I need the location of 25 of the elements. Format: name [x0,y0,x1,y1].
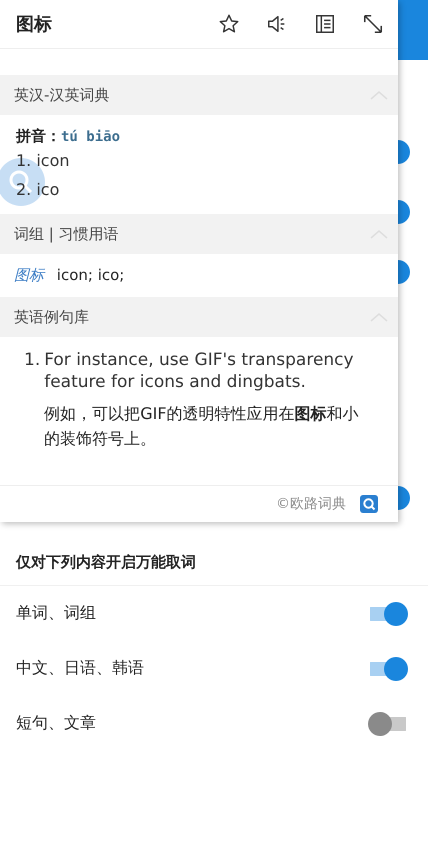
magnifier-logo-icon [360,495,378,513]
word-title: 图标 [16,13,52,36]
meaning-text: 1. icon [16,150,71,172]
section-title: 词组 | 习惯用语 [14,224,119,244]
list-number: 1. [24,349,40,372]
section-header[interactable]: 英语例句库 [0,297,398,337]
section-header[interactable]: 词组 | 习惯用语 [0,214,398,254]
option-label: 单词、词组 [16,603,96,624]
section-title: 仅对下列内容开启万能取词 [0,540,428,586]
option-label: 短句、文章 [16,713,96,734]
section-title: 英语例句库 [14,308,89,326]
example-sentence: For instance, use GIF's transparency feature for icons and dingbats. [44,349,355,393]
section-title: 英汉-汉英词典 [14,86,110,104]
notes-icon[interactable] [314,13,336,35]
phrase-definition: icon; ico; [56,266,124,284]
example-translation: 例如，可以把GIF的透明特性应用在图标和小的装饰符号上。 [44,403,360,450]
pinyin-text: tú biāo [61,129,120,145]
source-credit: ©欧路词典 [276,495,346,513]
section-header[interactable]: 英汉-汉英词典 [0,75,398,115]
option-label: 中文、日语、韩语 [16,658,144,679]
pinyin-label: 拼音： [16,127,61,146]
meaning-text: 2. ico [16,179,60,201]
phrase-link[interactable]: 图标 [14,266,44,284]
star-icon[interactable] [218,13,240,35]
expand-icon[interactable] [362,13,384,35]
